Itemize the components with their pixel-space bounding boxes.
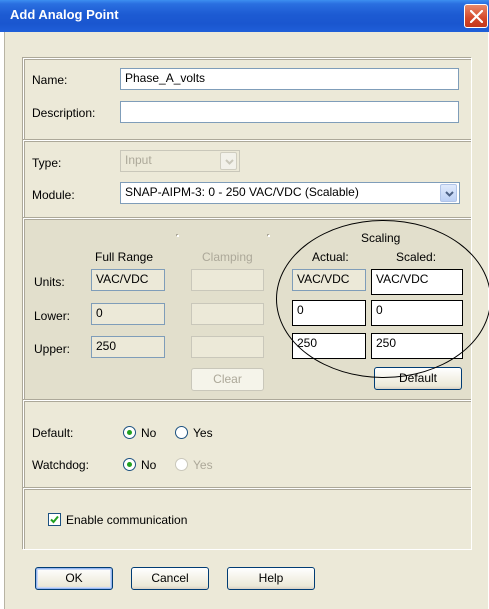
chevron-down-icon <box>445 191 454 197</box>
units-label: Units: <box>34 275 65 289</box>
default-yes-label[interactable]: Yes <box>193 426 213 440</box>
module-select[interactable]: SNAP-AIPM-3: 0 - 250 VAC/VDC (Scalable) <box>120 182 460 204</box>
clamping-header: Clamping <box>202 250 253 264</box>
default-label: Default: <box>32 426 74 440</box>
watchdog-yes-label: Yes <box>193 458 213 472</box>
options-group <box>23 400 472 488</box>
type-dropdown-button <box>220 152 237 170</box>
full-range-header: Full Range <box>95 250 154 264</box>
clamping-upper <box>191 336 264 358</box>
full-range-units: VAC/VDC <box>91 269 165 291</box>
window-title: Add Analog Point <box>10 7 119 22</box>
close-button[interactable] <box>464 4 488 28</box>
clear-button: Clear <box>191 368 264 391</box>
default-no-label[interactable]: No <box>141 426 156 440</box>
watchdog-no-label[interactable]: No <box>141 458 156 472</box>
watchdog-label: Watchdog: <box>32 458 89 472</box>
name-field[interactable]: Phase_A_volts <box>120 68 459 90</box>
divider <box>177 235 179 237</box>
upper-label: Upper: <box>34 342 71 356</box>
enable-communication-checkbox[interactable] <box>48 513 61 526</box>
description-label: Description: <box>32 106 96 120</box>
module-value: SNAP-AIPM-3: 0 - 250 VAC/VDC (Scalable) <box>125 185 359 199</box>
watchdog-no-radio[interactable] <box>123 458 136 471</box>
description-field[interactable] <box>120 101 459 123</box>
type-value: Input <box>125 153 152 167</box>
module-dropdown-button[interactable] <box>440 184 457 202</box>
name-label: Name: <box>32 73 68 87</box>
cancel-button[interactable]: Cancel <box>131 567 209 590</box>
type-module-group <box>23 140 472 218</box>
clamping-units <box>191 269 264 291</box>
full-range-lower: 0 <box>91 303 165 325</box>
divider <box>268 235 270 237</box>
module-label: Module: <box>32 188 75 202</box>
chevron-down-icon <box>225 159 234 165</box>
close-icon <box>470 10 483 23</box>
scaling-highlight-ellipse <box>276 220 489 378</box>
ok-button[interactable]: OK <box>35 567 113 590</box>
full-range-upper: 250 <box>91 336 165 358</box>
lower-label: Lower: <box>34 309 71 323</box>
default-no-radio[interactable] <box>123 426 136 439</box>
checkmark-icon <box>50 515 59 524</box>
type-label: Type: <box>32 156 62 170</box>
enable-communication-label[interactable]: Enable communication <box>66 513 187 527</box>
clamping-lower <box>191 303 264 325</box>
default-yes-radio[interactable] <box>175 426 188 439</box>
watchdog-yes-radio <box>175 458 188 471</box>
help-button[interactable]: Help <box>227 567 315 590</box>
